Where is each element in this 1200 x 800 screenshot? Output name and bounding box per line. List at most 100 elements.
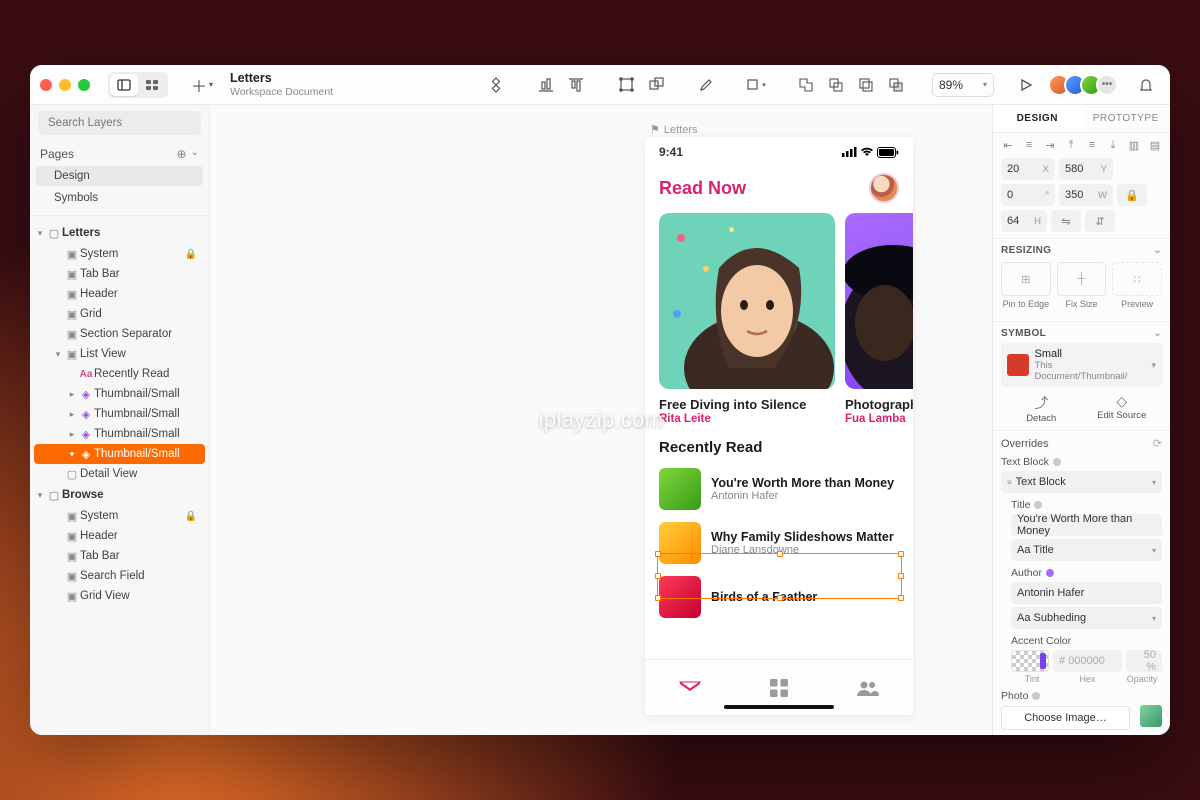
layer-thumbnail-small[interactable]: ▸◈Thumbnail/Small — [34, 424, 205, 444]
artboard-letters[interactable]: 9:41 Read Now — [645, 137, 913, 715]
tab-people-icon[interactable] — [824, 660, 913, 715]
toolbar: ＋▾ Letters Workspace Document ▾ 8 — [30, 65, 1170, 105]
resize-preview[interactable]: ∷Preview — [1112, 262, 1162, 309]
detach-button[interactable]: ⤴Detach — [1001, 393, 1082, 424]
layer-system[interactable]: ▣System🔒 — [34, 244, 205, 264]
y-field[interactable]: 580Y — [1059, 158, 1113, 180]
symbol-picker[interactable]: Small This Document/Thumbnail/ ▾ — [1001, 343, 1162, 387]
alignment-controls[interactable]: ⇤ ≡ ⇥ ⤒ ≡ ⤓ ▥ ▤ — [993, 133, 1170, 158]
layer-thumbnail-small[interactable]: ▸◈Thumbnail/Small — [34, 404, 205, 424]
chevron-down-icon[interactable]: ⌄ — [1153, 245, 1162, 256]
choose-image-button[interactable]: Choose Image… — [1001, 706, 1130, 730]
align-left-icon[interactable]: ⇤ — [1001, 139, 1015, 152]
cards-scroller[interactable]: Free Diving into Silence Rita Leite Phot… — [645, 209, 913, 425]
flip-v-icon[interactable]: ⇵ — [1085, 210, 1115, 232]
difference-icon[interactable] — [882, 71, 910, 99]
layer-group-browse[interactable]: ▾▢Browse — [30, 484, 209, 506]
layer-system[interactable]: ▣System🔒 — [34, 506, 205, 526]
card-2[interactable]: Photographi Fua Lamba — [845, 213, 913, 425]
zoom-window-button[interactable] — [78, 79, 90, 91]
w-field[interactable]: 350W — [1059, 184, 1113, 206]
search-input[interactable] — [48, 117, 202, 129]
layer-section-separator[interactable]: ▣Section Separator — [34, 324, 205, 344]
artboard-label[interactable]: ⚑Letters — [650, 123, 698, 136]
layer-grid[interactable]: ▣Grid — [34, 304, 205, 324]
distribute-h-icon[interactable]: ▥ — [1127, 139, 1141, 152]
align-vcenter-icon[interactable]: ≡ — [1085, 139, 1099, 152]
lock-aspect-icon[interactable]: 🔒 — [1117, 184, 1147, 206]
transform-icon[interactable]: ▾ — [742, 71, 770, 99]
minimize-window-button[interactable] — [59, 79, 71, 91]
insert-button[interactable]: ＋▾ — [188, 71, 216, 99]
reset-overrides-icon[interactable]: ⟳ — [1153, 437, 1162, 450]
intersect-icon[interactable] — [852, 71, 880, 99]
collapse-pages-icon[interactable]: ⌄ — [191, 147, 199, 161]
align-right-icon[interactable]: ⇥ — [1043, 139, 1057, 152]
layer-recently-read[interactable]: AaRecently Read — [34, 364, 205, 384]
search-layers[interactable] — [38, 111, 201, 135]
list-item-author: Antonin Hafer — [711, 490, 894, 502]
list-item[interactable]: You're Worth More than MoneyAntonin Hafe… — [659, 462, 899, 516]
layer-tab-bar[interactable]: ▣Tab Bar — [34, 264, 205, 284]
play-preview-icon[interactable] — [1012, 71, 1040, 99]
components-view-icon[interactable] — [138, 74, 166, 96]
sidebar-view-toggle[interactable] — [108, 72, 168, 98]
layer-grid-view[interactable]: ▣Grid View — [34, 586, 205, 606]
avatar-more[interactable]: ••• — [1096, 74, 1118, 96]
layer-detail-view[interactable]: ▢Detail View — [34, 464, 205, 484]
profile-avatar[interactable] — [869, 173, 899, 203]
title-style-dropdown[interactable]: Aa Title▾ — [1011, 539, 1162, 561]
page-design[interactable]: Design — [36, 166, 203, 186]
flip-h-icon[interactable]: ⇋ — [1051, 210, 1081, 232]
canvas[interactable]: ⚑Letters 9:41 Read Now — [210, 105, 992, 735]
tab-read-icon[interactable] — [645, 660, 734, 715]
notifications-icon[interactable] — [1132, 71, 1160, 99]
page-symbols[interactable]: Symbols — [36, 188, 203, 208]
chevron-down-icon[interactable]: ⌄ — [1153, 328, 1162, 339]
layer-header[interactable]: ▣Header — [34, 284, 205, 304]
accent-color-swatch[interactable] — [1011, 650, 1049, 672]
tab-design[interactable]: DESIGN — [993, 105, 1082, 132]
h-field[interactable]: 64H — [1001, 210, 1047, 232]
align-bottom-icon[interactable] — [532, 71, 560, 99]
distribute-v-icon[interactable]: ▤ — [1148, 139, 1162, 152]
hex-input[interactable]: # 000000 — [1053, 650, 1122, 672]
author-override-input[interactable]: Antonin Hafer — [1011, 582, 1162, 604]
angle-field[interactable]: 0° — [1001, 184, 1055, 206]
edit-source-button[interactable]: ◇Edit Source — [1082, 393, 1163, 424]
layers-view-icon[interactable] — [110, 74, 138, 96]
opacity-input[interactable]: 50 % — [1126, 650, 1162, 672]
title-override-input[interactable]: You're Worth More than Money — [1011, 514, 1162, 536]
inspector-tabs[interactable]: DESIGN PROTOTYPE — [993, 105, 1170, 133]
subtract-icon[interactable] — [822, 71, 850, 99]
layer-thumbnail-small[interactable]: ▾◈Thumbnail/Small — [34, 444, 205, 464]
layer-list-view[interactable]: ▾▣List View — [34, 344, 205, 364]
tab-prototype[interactable]: PROTOTYPE — [1082, 105, 1171, 132]
fix-size[interactable]: ┼Fix Size — [1057, 262, 1107, 309]
zoom-dropdown[interactable]: 89%▾ — [932, 73, 994, 97]
author-style-dropdown[interactable]: Aa Subheding▾ — [1011, 607, 1162, 629]
close-window-button[interactable] — [40, 79, 52, 91]
card-1[interactable]: Free Diving into Silence Rita Leite — [659, 213, 835, 425]
layer-tab-bar[interactable]: ▣Tab Bar — [34, 546, 205, 566]
create-symbol-icon[interactable] — [482, 71, 510, 99]
union-icon[interactable] — [792, 71, 820, 99]
symbol-swatch — [1007, 354, 1029, 376]
pin-to-edge[interactable]: ⊞Pin to Edge — [1001, 262, 1051, 309]
align-top-icon[interactable] — [562, 71, 590, 99]
group-icon[interactable] — [612, 71, 640, 99]
collaborators[interactable]: ••• — [1054, 74, 1118, 96]
layer-thumbnail-small[interactable]: ▸◈Thumbnail/Small — [34, 384, 205, 404]
override-image-thumb[interactable] — [1140, 705, 1162, 727]
layer-group-letters[interactable]: ▾▢Letters — [30, 222, 209, 244]
add-page-icon[interactable]: ⊕ — [177, 147, 187, 161]
layer-search-field[interactable]: ▣Search Field — [34, 566, 205, 586]
ungroup-icon[interactable] — [642, 71, 670, 99]
align-hcenter-icon[interactable]: ≡ — [1022, 139, 1036, 152]
align-bottom-icon2[interactable]: ⤓ — [1106, 139, 1120, 152]
edit-icon[interactable] — [692, 71, 720, 99]
textblock-dropdown[interactable]: ≡Text Block▾ — [1001, 471, 1162, 493]
align-top-icon2[interactable]: ⤒ — [1064, 139, 1078, 152]
x-field[interactable]: 20X — [1001, 158, 1055, 180]
layer-header[interactable]: ▣Header — [34, 526, 205, 546]
